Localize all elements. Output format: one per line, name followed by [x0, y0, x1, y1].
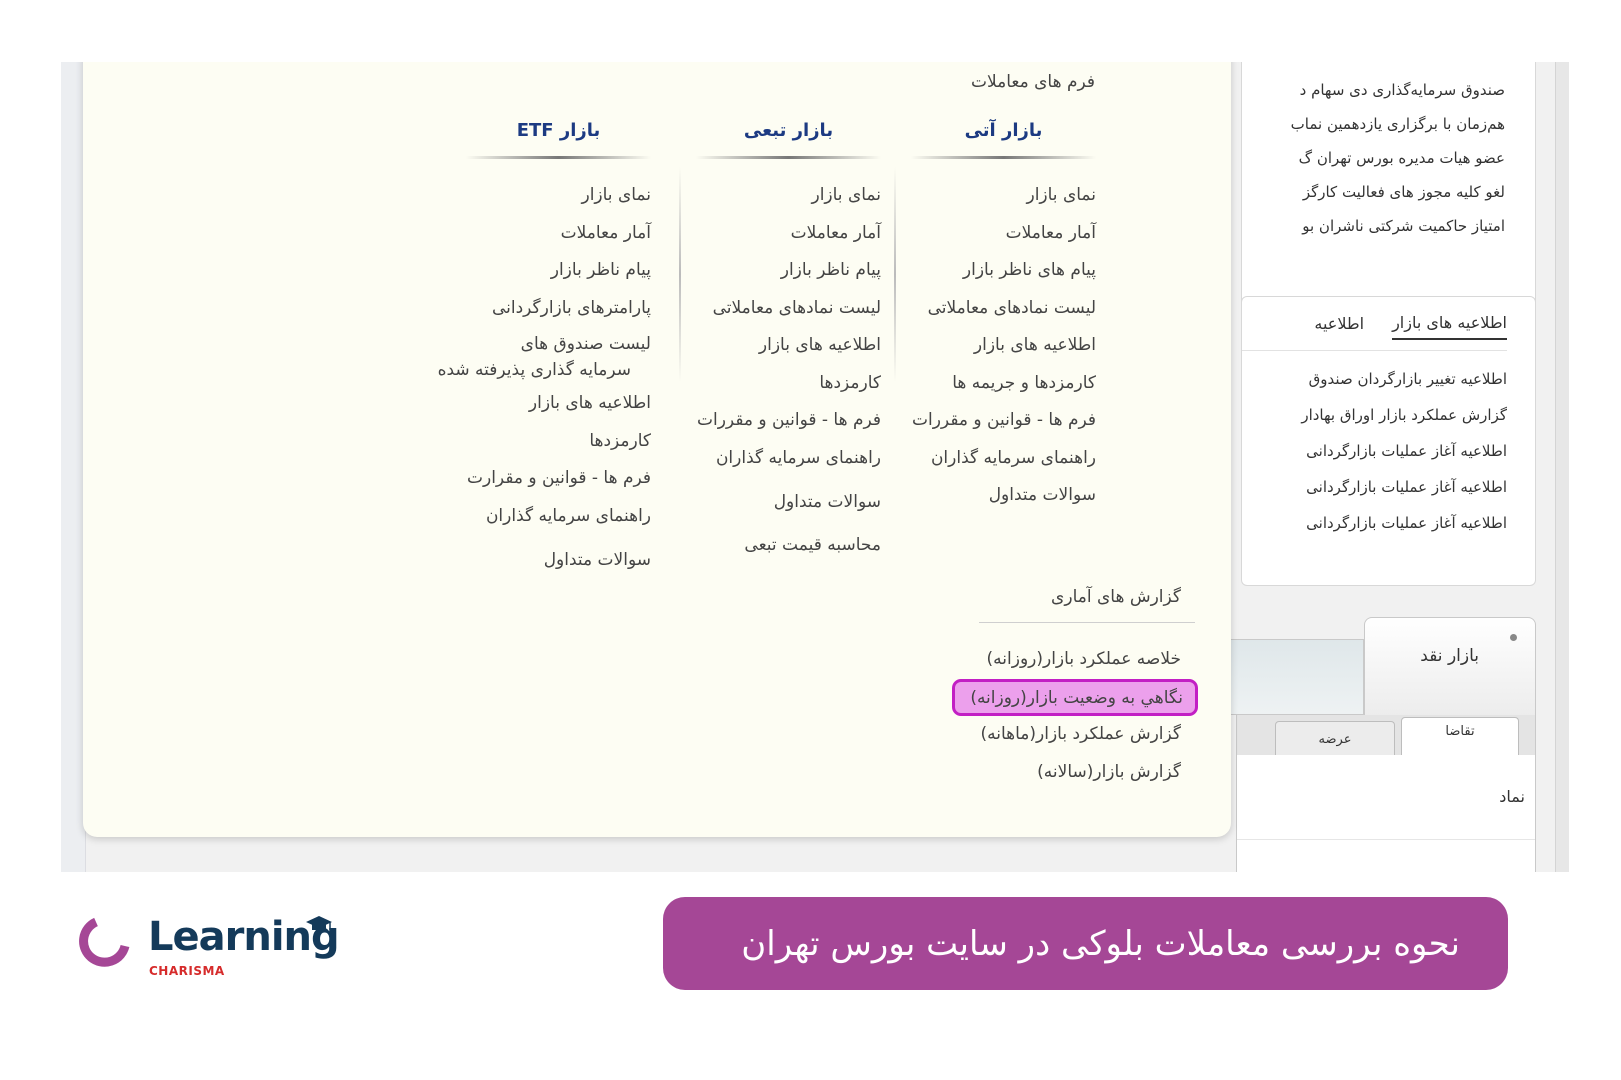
- announcement-item[interactable]: گزارش عملکرد بازار اوراق بهادار: [1242, 397, 1507, 433]
- logo-ring-icon: [79, 917, 130, 967]
- announcement-item[interactable]: اطلاعیه تغییر بازارگردان صندوق: [1242, 361, 1507, 397]
- futures-market-column: بازار آتی نمای بازار آمار معاملات پیام ه…: [911, 120, 1096, 515]
- options-market-column: بازار تبعی نمای بازار آمار معاملات پیام …: [696, 120, 881, 565]
- report-daily-summary[interactable]: خلاصه عملکرد بازار(روزانه): [979, 641, 1195, 679]
- menu-item[interactable]: آمار معاملات: [466, 215, 651, 253]
- menu-item[interactable]: پیام ناظر بازار: [696, 252, 881, 290]
- cash-market-label: بازار نقد: [1420, 646, 1479, 666]
- column-title-futures[interactable]: بازار آتی: [911, 120, 1096, 156]
- logo-subtitle: CHARISMA: [149, 964, 225, 978]
- bullet-icon: [1510, 634, 1517, 641]
- menu-item[interactable]: راهنمای سرمایه گذاران: [696, 440, 881, 478]
- report-monthly-performance[interactable]: گزارش عملکرد بازار(ماهانه): [979, 716, 1195, 754]
- trading-forms-link[interactable]: فرم های معاملات: [971, 72, 1095, 92]
- news-item[interactable]: صندوق سرمایه‌گذاری دی سهام د: [1242, 73, 1505, 107]
- tab-market-announcements[interactable]: اطلاعیه های بازار: [1392, 307, 1507, 340]
- news-item[interactable]: عضو هیات مدیره بورس تهران گ: [1242, 141, 1505, 175]
- menu-item[interactable]: راهنمای سرمایه گذاران: [911, 440, 1096, 478]
- etf-market-column: بازار ETF نمای بازار آمار معاملات پیام ن…: [437, 120, 651, 585]
- announcement-item[interactable]: اطلاعیه آغاز عملیات بازارگردانی: [1242, 505, 1507, 541]
- menu-item[interactable]: نمای بازار: [466, 177, 651, 215]
- report-daily-market-status[interactable]: نگاهي به وضعیت بازار(روزانه): [952, 678, 1198, 716]
- table-divider: [1237, 839, 1535, 840]
- statistical-reports-section: گزارش های آماری خلاصه عملکرد بازار(روزان…: [952, 587, 1198, 792]
- column-title-divider: [696, 156, 881, 159]
- order-tabs-bar: تقاضا عرضه: [1236, 715, 1536, 757]
- scrollbar[interactable]: [1555, 62, 1569, 872]
- menu-item[interactable]: کارمزدها: [466, 423, 651, 461]
- menu-item[interactable]: پیام های ناظر بازار: [911, 252, 1096, 290]
- column-title-divider: [466, 156, 651, 159]
- tab-cash-market[interactable]: بازار نقد: [1364, 617, 1536, 717]
- menu-item[interactable]: نمای بازار: [696, 177, 881, 215]
- graduation-cap-icon: [306, 916, 332, 930]
- announcement-item[interactable]: اطلاعیه آغاز عملیات بازارگردانی: [1242, 433, 1507, 469]
- announcement-item[interactable]: اطلاعیه آغاز عملیات بازارگردانی: [1242, 469, 1507, 505]
- tab-ask[interactable]: عرضه: [1275, 721, 1395, 757]
- menu-item[interactable]: اطلاعیه های بازار: [911, 327, 1096, 365]
- menu-item[interactable]: لیست نمادهای معاملاتی: [911, 290, 1096, 328]
- news-item[interactable]: لغو کلیه مجوز های فعالیت کارگز: [1242, 175, 1505, 209]
- menu-item[interactable]: فرم ها - قوانین و مقررات: [911, 402, 1096, 440]
- menu-item[interactable]: نمای بازار: [911, 177, 1096, 215]
- announcements-list: اطلاعیه تغییر بازارگردان صندوق گزارش عمل…: [1242, 351, 1507, 541]
- market-tab-other[interactable]: [1224, 639, 1364, 715]
- tab-announcements[interactable]: اطلاعیه: [1314, 308, 1364, 339]
- menu-item[interactable]: اطلاعیه های بازار: [696, 327, 881, 365]
- report-annual-market[interactable]: گزارش بازار(سالانه): [979, 754, 1195, 792]
- menu-item[interactable]: اطلاعیه های بازار: [466, 385, 651, 423]
- menu-item[interactable]: آمار معاملات: [911, 215, 1096, 253]
- menu-item[interactable]: لیست نمادهای معاملاتی: [696, 290, 881, 328]
- menu-item-line: سرمایه گذاری پذیرفته شده: [437, 360, 631, 380]
- news-item[interactable]: امتیاز حاکمیت شرکتی ناشران بو: [1242, 209, 1505, 243]
- menu-item-line: لیست صندوق های: [520, 334, 651, 354]
- menu-item[interactable]: فرم ها - قوانین و مقررات: [696, 402, 881, 440]
- column-title-options[interactable]: بازار تبعی: [696, 120, 881, 156]
- menu-item[interactable]: فرم ها - قوانین و مقرارت: [466, 460, 651, 498]
- menu-item[interactable]: آمار معاملات: [696, 215, 881, 253]
- browser-screenshot: صندوق سرمایه‌گذاری دی سهام د هم‌زمان با …: [61, 62, 1569, 872]
- column-header-symbol: نماد: [1499, 787, 1525, 806]
- banner-title: نحوه بررسی معاملات بلوکی در سایت بورس ته…: [741, 923, 1460, 964]
- menu-item[interactable]: پارامترهای بازارگردانی: [466, 290, 651, 328]
- menu-item[interactable]: سوالات متداول: [696, 477, 881, 527]
- title-banner: نحوه بررسی معاملات بلوکی در سایت بورس ته…: [663, 897, 1508, 990]
- mega-menu-dropdown: فرم های معاملات بازار آتی نمای بازار آما…: [83, 62, 1231, 837]
- menu-item[interactable]: سوالات متداول: [911, 477, 1096, 515]
- menu-item-accepted-funds[interactable]: لیست صندوق های سرمایه گذاری پذیرفته شده: [437, 327, 651, 385]
- statistical-reports-title: گزارش های آماری: [979, 587, 1195, 623]
- learning-charisma-logo: Learning CHARISMA: [78, 914, 348, 984]
- menu-item[interactable]: سوالات متداول: [466, 535, 651, 585]
- market-widget: بازار نقد تقاضا عرضه نماد: [1224, 617, 1536, 872]
- menu-item[interactable]: کارمزدها و جریمه ها: [911, 365, 1096, 403]
- news-item[interactable]: هم‌زمان با برگزاری یازدهمین نماب: [1242, 107, 1505, 141]
- tab-bid[interactable]: تقاضا: [1401, 717, 1519, 757]
- column-title-etf[interactable]: بازار ETF: [466, 120, 651, 156]
- menu-item[interactable]: محاسبه قیمت تبعی: [696, 527, 881, 565]
- announcements-tabs: اطلاعیه های بازار اطلاعیه: [1242, 297, 1507, 351]
- menu-item[interactable]: راهنمای سرمایه گذاران: [466, 498, 651, 536]
- menu-item[interactable]: کارمزدها: [696, 365, 881, 403]
- market-table: نماد: [1236, 755, 1536, 872]
- menu-item[interactable]: پیام ناظر بازار: [466, 252, 651, 290]
- announcements-panel: اطلاعیه های بازار اطلاعیه اطلاعیه تغییر …: [1241, 296, 1536, 586]
- column-divider: [894, 167, 896, 382]
- column-divider: [679, 167, 681, 382]
- column-title-divider: [911, 156, 1096, 159]
